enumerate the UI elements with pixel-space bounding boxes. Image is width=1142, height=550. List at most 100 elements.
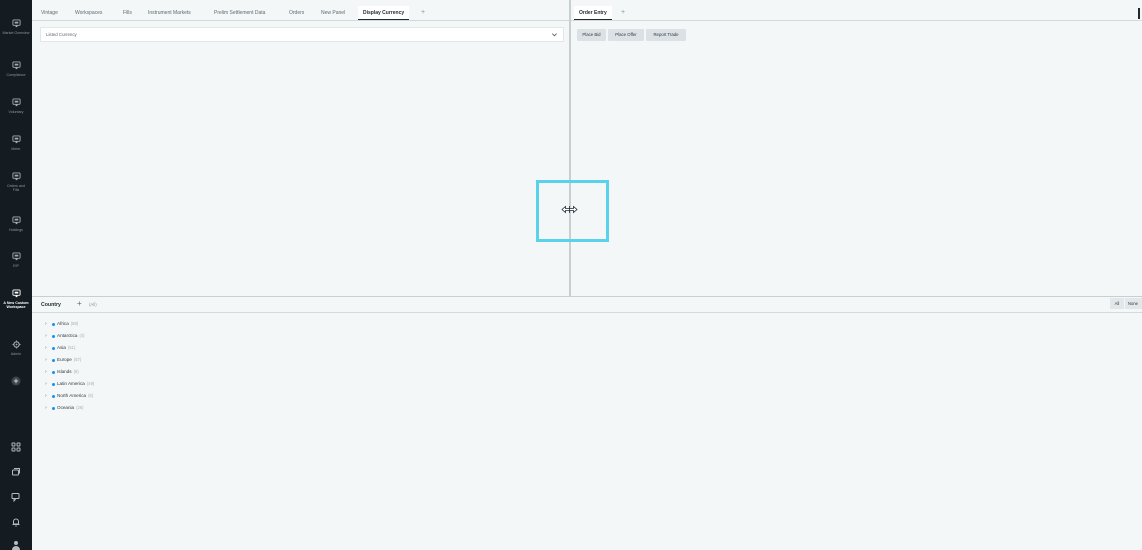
chevron-right-icon: › <box>45 369 47 375</box>
tree-row-count: (51) <box>67 345 76 350</box>
chevron-down-icon <box>552 33 557 37</box>
chevron-right-icon: › <box>45 405 47 411</box>
user-icon <box>12 541 20 550</box>
add-workspace-button[interactable] <box>0 376 32 386</box>
left-tab-bar: Vintage Workspaces Fills Instrument Mark… <box>32 6 569 21</box>
chevron-right-icon: › <box>45 381 47 387</box>
tree-row-label: Oceania <box>57 405 75 410</box>
tab-instrument-markets[interactable]: Instrument Markets <box>148 6 191 20</box>
tree-row-label: Islands <box>57 369 72 374</box>
sidebar-item-label: Holdings <box>9 228 23 232</box>
status-dot <box>52 346 55 350</box>
status-dot <box>52 382 55 386</box>
chevron-right-icon: › <box>45 333 47 339</box>
monitor-icon <box>11 216 21 225</box>
chevron-right-icon: › <box>45 393 47 399</box>
monitor-icon <box>11 98 21 107</box>
add-tab-button[interactable]: + <box>621 6 625 20</box>
plus-circle-icon <box>11 376 21 386</box>
monitor-icon <box>11 289 21 298</box>
windows-icon <box>12 468 20 476</box>
sidebar-item-meter[interactable]: Meter <box>0 135 32 151</box>
sidebar-item-label: A New Custom Workspace <box>3 301 29 310</box>
chevron-right-icon: › <box>45 357 47 363</box>
place-offer-button[interactable]: Place Offer <box>608 29 644 41</box>
tree-row-islands[interactable]: › Islands (6) <box>45 368 79 376</box>
tab-fills[interactable]: Fills <box>123 6 132 20</box>
tree-row-label: Latin America <box>57 381 85 386</box>
chevron-right-icon: › <box>45 345 47 351</box>
sidebar-item-eip[interactable]: EIP <box>0 252 32 268</box>
tab-new-panel[interactable]: New Panel <box>321 6 345 20</box>
sidebar-item-label: Compliance <box>6 73 26 77</box>
tree-row-antarctica[interactable]: › Antarctica (4) <box>45 332 85 340</box>
place-bid-button[interactable]: Place Bid <box>577 29 606 41</box>
tree-row-north-america[interactable]: › North America (5) <box>45 392 93 400</box>
add-tab-button[interactable]: + <box>421 6 425 20</box>
chevron-right-icon: › <box>45 321 47 327</box>
tree-row-label: Asia <box>57 345 66 350</box>
tree-row-label: Africa <box>57 321 69 326</box>
currency-select[interactable]: Listed Currency <box>40 27 564 42</box>
sidebar-item-orders-and-fills[interactable]: Orders and Fills <box>0 172 32 192</box>
tree-row-oceania[interactable]: › Oceania (26) <box>45 404 84 412</box>
tree-row-asia[interactable]: › Asia (51) <box>45 344 75 352</box>
status-dot <box>52 322 55 326</box>
tree-row-label: North America <box>57 393 87 398</box>
tree-row-count: (58) <box>70 321 79 326</box>
sidebar-item-a-new-custom-workspace[interactable]: A New Custom Workspace <box>0 289 32 309</box>
tab-workspaces[interactable]: Workspaces <box>75 6 102 20</box>
sidebar-item-compliance[interactable]: Compliance <box>0 61 32 77</box>
sidebar-item-admin[interactable]: Admin <box>0 340 32 356</box>
tree-row-latin-america[interactable]: › Latin America (49) <box>45 380 94 388</box>
tab-display-currency[interactable]: Display Currency <box>358 6 410 20</box>
tab-vintage[interactable]: Vintage <box>41 6 58 20</box>
tree-row-label: Europe <box>57 357 72 362</box>
resize-cursor-icon <box>561 205 578 214</box>
chat-button[interactable] <box>0 492 32 502</box>
monitor-icon <box>11 135 21 144</box>
right-tab-bar: Order Entry + <box>571 6 1142 21</box>
sidebar: Market Overview Compliance Voluntary Met… <box>0 0 32 550</box>
sidebar-item-voluntary[interactable]: Voluntary <box>0 98 32 114</box>
sidebar-item-label: Voluntary <box>8 110 24 114</box>
user-button[interactable] <box>0 540 32 550</box>
monitor-icon <box>11 252 21 261</box>
country-panel: Country + (All) All None › Africa (58) ›… <box>32 296 1142 550</box>
gear-icon <box>11 340 21 349</box>
tab-orders[interactable]: Orders <box>289 6 304 20</box>
tab-prelim-settlement-data[interactable]: Prelim Settlement Data <box>214 6 265 20</box>
tree-row-africa[interactable]: › Africa (58) <box>45 320 78 328</box>
bell-icon <box>12 518 20 527</box>
sidebar-item-label: EIP <box>13 264 19 268</box>
monitor-icon <box>11 172 21 181</box>
display-currency-panel: Vintage Workspaces Fills Instrument Mark… <box>32 0 570 296</box>
country-count-label: (All) <box>89 302 97 307</box>
select-none-button[interactable]: None <box>1125 298 1142 309</box>
status-dot <box>52 406 55 410</box>
tree-row-count: (57) <box>73 357 82 362</box>
notifications-button[interactable] <box>0 517 32 527</box>
chat-icon <box>11 493 20 502</box>
tree-row-label: Antarctica <box>57 333 78 338</box>
tree-row-count: (4) <box>79 333 85 338</box>
tab-order-entry[interactable]: Order Entry <box>574 6 612 20</box>
sidebar-item-label: Orders and Fills <box>7 184 25 193</box>
grid-button[interactable] <box>0 442 32 452</box>
add-tab-button[interactable]: + <box>77 299 82 308</box>
status-dot <box>52 394 55 398</box>
sidebar-item-label: Admin <box>10 352 22 356</box>
report-trade-button[interactable]: Report Trade <box>646 29 686 41</box>
monitor-icon <box>11 61 21 70</box>
tree-row-europe[interactable]: › Europe (57) <box>45 356 81 364</box>
divider <box>32 312 1142 313</box>
sidebar-item-market-overview[interactable]: Market Overview <box>0 19 32 35</box>
tree-row-count: (5) <box>88 393 94 398</box>
sidebar-item-holdings[interactable]: Holdings <box>0 216 32 232</box>
panel-edge-marker <box>1138 8 1140 19</box>
status-dot <box>52 334 55 338</box>
sidebar-item-label: Meter <box>11 147 21 151</box>
windows-button[interactable] <box>0 467 32 477</box>
tab-country[interactable]: Country <box>41 302 61 308</box>
select-all-button[interactable]: All <box>1110 298 1124 309</box>
